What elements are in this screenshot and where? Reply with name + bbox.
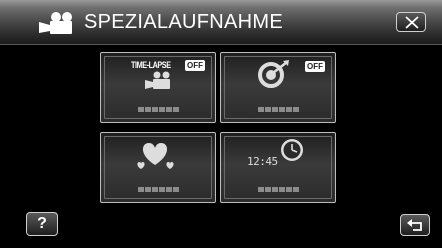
clock-text: 12:45 <box>247 155 278 168</box>
setting-value-placeholder <box>101 187 215 192</box>
help-button[interactable]: ? <box>26 212 58 236</box>
time-lapse-label: TIME-LAPSE <box>131 60 171 70</box>
setting-value-placeholder <box>221 107 335 112</box>
tile-heart-effect[interactable] <box>100 132 216 203</box>
date-time-clock-icon <box>281 139 303 161</box>
tile-date-time[interactable]: 12:45 <box>220 132 336 203</box>
off-badge: OFF <box>185 60 205 71</box>
time-lapse-camera-icon <box>145 71 170 89</box>
setting-value-placeholder <box>221 187 335 192</box>
tile-time-lapse[interactable]: TIME-LAPSE OFF <box>100 52 216 123</box>
close-icon <box>405 16 419 29</box>
close-button[interactable] <box>396 12 426 32</box>
return-arrow-icon <box>407 219 422 231</box>
page-title: SPEZIALAUFNAHME <box>84 11 283 33</box>
back-button[interactable] <box>400 214 430 236</box>
header-bar: SPEZIALAUFNAHME <box>0 0 442 45</box>
off-badge: OFF <box>305 61 325 72</box>
auto-rec-target-icon <box>258 60 289 88</box>
tile-auto-rec[interactable]: OFF <box>220 52 336 123</box>
movie-camera-icon <box>39 12 72 34</box>
setting-value-placeholder <box>101 107 215 112</box>
heart-effect-icon <box>137 143 174 169</box>
